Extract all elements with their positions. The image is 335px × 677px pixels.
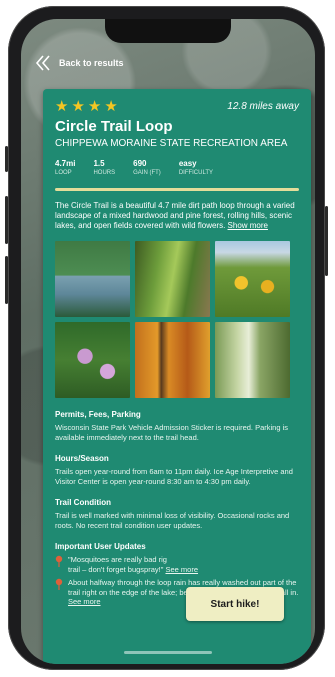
star-icon: ★ [71, 98, 85, 115]
stat-length: 4.7mi LOOP [55, 159, 75, 176]
phone-volume-up-button [5, 196, 8, 244]
stat-value: easy [178, 159, 197, 168]
birch-trees-photo[interactable] [215, 322, 290, 398]
map-pin-icon [55, 555, 63, 574]
photo-grid [55, 241, 299, 398]
user-update-text: "Mosquitoes are really bad rig trail – d… [68, 555, 198, 574]
double-chevron-left-icon [35, 55, 50, 71]
user-update-item: "Mosquitoes are really bad rig trail – d… [55, 555, 299, 574]
section-body: Trails open year-round from 6am to 11pm … [55, 467, 293, 486]
app-screen: Back to results ★ ★ ★ ★ 12.8 miles away … [21, 19, 315, 664]
rating-stars: ★ ★ ★ ★ [55, 99, 118, 114]
home-indicator [124, 651, 212, 654]
purple-flowers-photo[interactable] [55, 322, 130, 398]
stat-gain: 690 GAIN (FT) [133, 159, 161, 176]
stat-hours: 1.5 HOURS [93, 159, 115, 176]
section-body: Trail is well marked with minimal loss o… [55, 511, 290, 530]
section-divider [55, 188, 299, 191]
see-more-link[interactable]: See more [68, 597, 101, 606]
section-title: Hours/Season [55, 454, 109, 463]
autumn-forest-photo[interactable] [135, 322, 210, 398]
phone-power-button [325, 206, 328, 276]
stat-difficulty: easy DIFFICULTY [179, 159, 213, 176]
condition-section: Trail Condition Trail is well marked wit… [55, 498, 299, 530]
hours-section: Hours/Season Trails open year-round from… [55, 454, 299, 486]
phone-volume-down-button [5, 256, 8, 304]
permits-section: Permits, Fees, Parking Wisconsin State P… [55, 410, 299, 442]
star-icon: ★ [55, 98, 69, 115]
back-label: Back to results [59, 58, 124, 68]
start-hike-button[interactable]: Start hike! [186, 587, 284, 621]
stat-value: 1.5 [93, 159, 105, 168]
trail-description: The Circle Trail is a beautiful 4.7 mile… [55, 201, 299, 231]
section-title: Trail Condition [55, 498, 111, 507]
see-more-link[interactable]: See more [165, 565, 198, 574]
stat-value: 690 [133, 159, 147, 168]
description-trail-name: The Circle Trail [55, 201, 109, 210]
stat-label: GAIN (FT) [133, 170, 161, 176]
stat-label: LOOP [55, 170, 72, 176]
phone-frame: Back to results ★ ★ ★ ★ 12.8 miles away … [5, 6, 328, 670]
stat-label: HOURS [93, 170, 116, 176]
update-text-line1: "Mosquitoes are really bad rig [68, 555, 167, 564]
section-title: Important User Updates [55, 542, 146, 551]
trail-card: ★ ★ ★ ★ 12.8 miles away Circle Trail Loo… [43, 89, 311, 664]
update-text-line2: trail – don't forget bugspray!" [68, 564, 166, 574]
section-body: Wisconsin State Park Vehicle Admission S… [55, 423, 289, 442]
show-more-link[interactable]: Show more [228, 221, 268, 230]
lake-forest-photo[interactable] [55, 241, 130, 317]
stat-label: DIFFICULTY [178, 170, 214, 176]
map-pin-icon [55, 578, 63, 607]
fern-forest-photo[interactable] [135, 241, 210, 317]
trail-stats: 4.7mi LOOP 1.5 HOURS 690 GAIN (FT) easy … [55, 159, 299, 176]
wildflower-field-photo[interactable] [215, 241, 290, 317]
back-button[interactable]: Back to results [35, 55, 124, 71]
phone-side-button [5, 146, 8, 172]
trail-distance: 12.8 miles away [227, 101, 299, 112]
star-icon: ★ [87, 98, 102, 115]
star-icon: ★ [104, 98, 118, 115]
phone-notch [105, 19, 231, 43]
trail-area: CHIPPEWA MORAINE STATE RECREATION AREA [55, 138, 288, 149]
stat-value: 4.7mi [55, 159, 76, 168]
trail-title: Circle Trail Loop [55, 118, 173, 135]
section-title: Permits, Fees, Parking [55, 410, 141, 419]
